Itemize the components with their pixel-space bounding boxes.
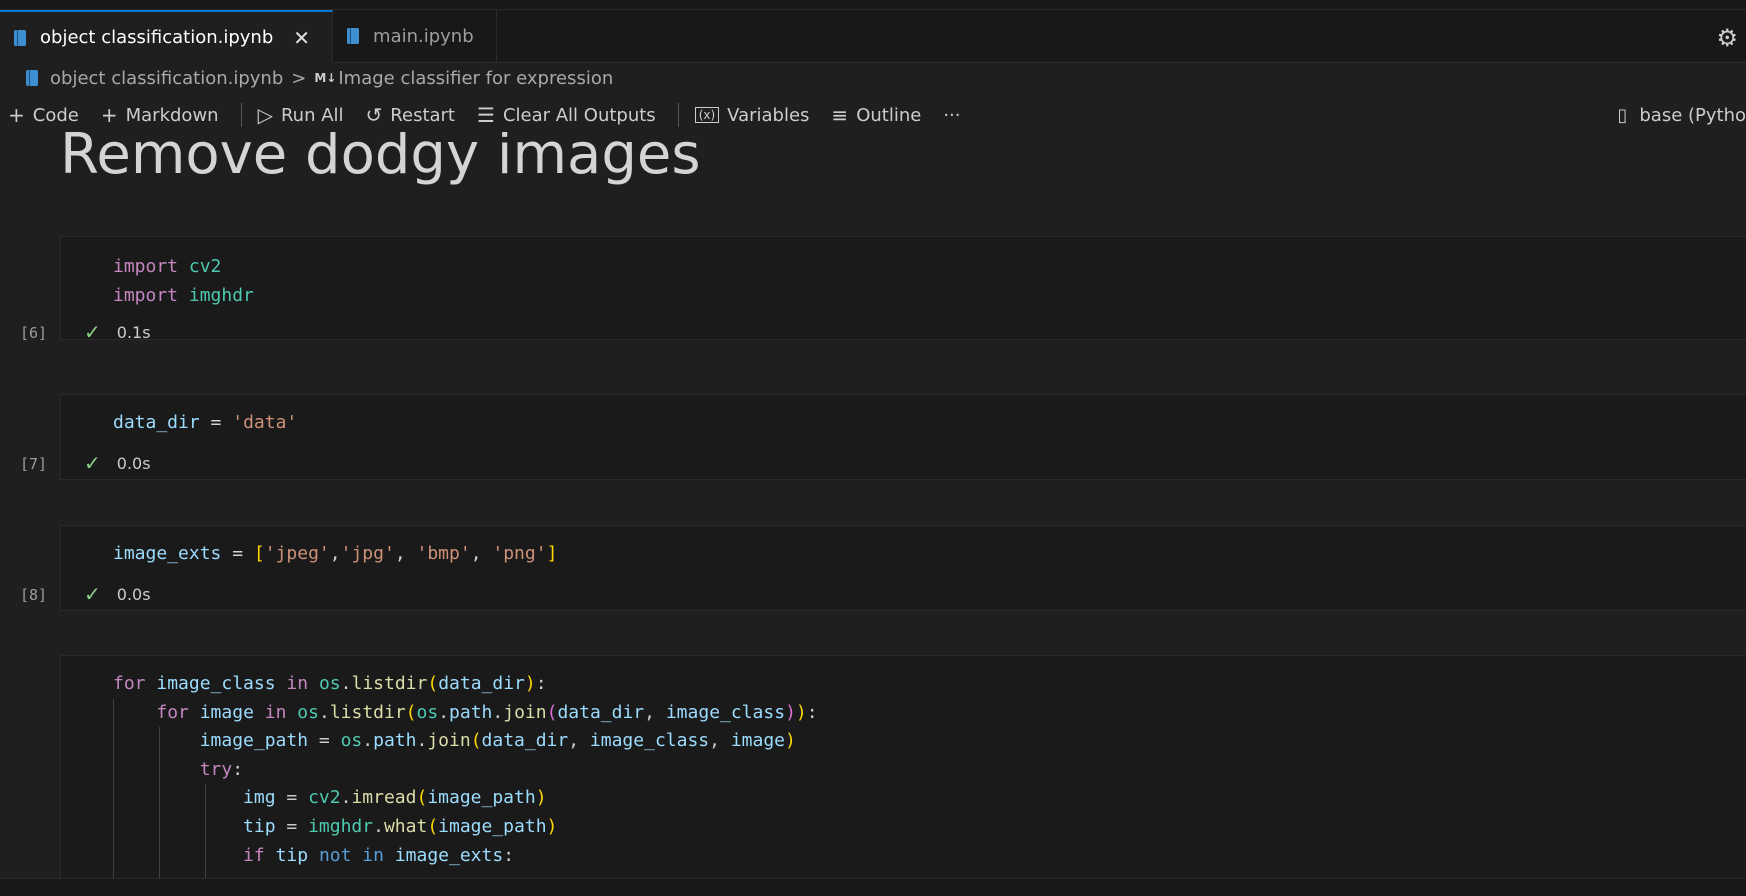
notebook-icon bbox=[14, 29, 26, 46]
tab-main[interactable]: main.ipynb bbox=[333, 10, 497, 62]
notebook-content: Remove dodgy images import cv2 import im… bbox=[0, 132, 1746, 878]
indent-guide bbox=[205, 784, 206, 878]
cell-editor[interactable]: for image_class in os.listdir(data_dir):… bbox=[61, 656, 1746, 870]
title-strip bbox=[0, 0, 1746, 10]
breadcrumb-file[interactable]: object classification.ipynb bbox=[50, 68, 283, 89]
add-code-button[interactable]: + Code bbox=[8, 103, 79, 127]
add-code-label: Code bbox=[32, 104, 79, 126]
tab-label: object classification.ipynb bbox=[40, 27, 274, 48]
execution-count: [8] bbox=[20, 586, 48, 604]
execution-count: [7] bbox=[20, 455, 48, 473]
cell-status: ✓ 0.1s bbox=[84, 320, 151, 344]
variables-label: Variables bbox=[727, 104, 810, 126]
toolbar-divider bbox=[240, 103, 242, 127]
restart-icon: ↺ bbox=[365, 103, 383, 127]
notebook-icon bbox=[26, 70, 38, 86]
status-bar bbox=[0, 878, 1746, 896]
cell-duration: 0.0s bbox=[116, 584, 151, 604]
more-icon: ··· bbox=[943, 104, 961, 126]
plus-icon: + bbox=[100, 103, 118, 127]
cell-editor[interactable]: import cv2 import imghdr bbox=[61, 237, 1746, 310]
outline-label: Outline bbox=[856, 104, 922, 126]
restart-button[interactable]: ↺ Restart bbox=[366, 103, 455, 127]
markdown-icon: M↓ bbox=[314, 71, 337, 85]
cell-duration: 0.0s bbox=[116, 453, 151, 473]
cell-editor[interactable]: image_exts = ['jpeg','jpg', 'bmp', 'png'… bbox=[61, 526, 1746, 569]
cell-status: ✓ 0.0s bbox=[84, 582, 151, 606]
outline-button[interactable]: ≡ Outline bbox=[831, 103, 921, 127]
tab-bar: object classification.ipynb ✕ main.ipynb bbox=[0, 10, 1746, 63]
variables-icon: (x) bbox=[694, 107, 720, 123]
add-markdown-label: Markdown bbox=[125, 104, 219, 126]
check-icon: ✓ bbox=[84, 582, 101, 606]
more-actions-button[interactable]: ··· bbox=[943, 105, 960, 126]
variables-button[interactable]: (x) Variables bbox=[694, 104, 810, 126]
indent-guide bbox=[159, 727, 160, 878]
kernel-icon: ▯ bbox=[1617, 104, 1628, 126]
breadcrumb: object classification.ipynb > M↓ Image c… bbox=[0, 63, 1746, 93]
cell-editor[interactable]: data_dir = 'data' bbox=[61, 395, 1746, 438]
toolbar-divider bbox=[677, 103, 679, 127]
execution-count: [6] bbox=[20, 324, 48, 342]
tab-object-classification[interactable]: object classification.ipynb ✕ bbox=[0, 10, 334, 63]
check-icon: ✓ bbox=[84, 320, 101, 344]
cell-status: ✓ 0.0s bbox=[84, 451, 151, 475]
run-all-label: Run All bbox=[280, 104, 344, 126]
kernel-label: base (Pytho bbox=[1639, 104, 1746, 126]
check-icon: ✓ bbox=[84, 451, 101, 475]
code-cell[interactable]: for image_class in os.listdir(data_dir):… bbox=[60, 655, 1746, 878]
play-icon: ▷ bbox=[257, 103, 273, 127]
plus-icon: + bbox=[8, 103, 25, 127]
add-markdown-button[interactable]: + Markdown bbox=[101, 103, 219, 127]
code-cell[interactable]: image_exts = ['jpeg','jpg', 'bmp', 'png'… bbox=[60, 525, 1746, 611]
notebook-toolbar: + Code + Markdown ▷ Run All ↺ Restart ☰ … bbox=[0, 100, 1746, 130]
clear-outputs-icon: ☰ bbox=[477, 103, 495, 127]
kernel-picker[interactable]: ▯ base (Pytho bbox=[1617, 100, 1746, 130]
clear-all-outputs-button[interactable]: ☰ Clear All Outputs bbox=[477, 103, 656, 127]
gear-icon[interactable]: ⚙ bbox=[1716, 24, 1738, 52]
code-cell[interactable]: import cv2 import imghdr bbox=[60, 236, 1746, 340]
cell-duration: 0.1s bbox=[116, 322, 151, 342]
code-cell[interactable]: data_dir = 'data' bbox=[60, 394, 1746, 480]
breadcrumb-separator: > bbox=[291, 67, 307, 89]
indent-guide bbox=[113, 699, 114, 878]
tab-label: main.ipynb bbox=[373, 25, 474, 47]
markdown-heading: Remove dodgy images bbox=[60, 132, 701, 187]
run-all-button[interactable]: ▷ Run All bbox=[258, 103, 344, 127]
list-icon: ≡ bbox=[831, 103, 849, 127]
clear-outputs-label: Clear All Outputs bbox=[502, 104, 656, 126]
breadcrumb-section[interactable]: Image classifier for expression bbox=[338, 68, 613, 89]
restart-label: Restart bbox=[390, 104, 455, 126]
notebook-icon bbox=[347, 28, 360, 44]
close-icon[interactable]: ✕ bbox=[293, 28, 310, 48]
